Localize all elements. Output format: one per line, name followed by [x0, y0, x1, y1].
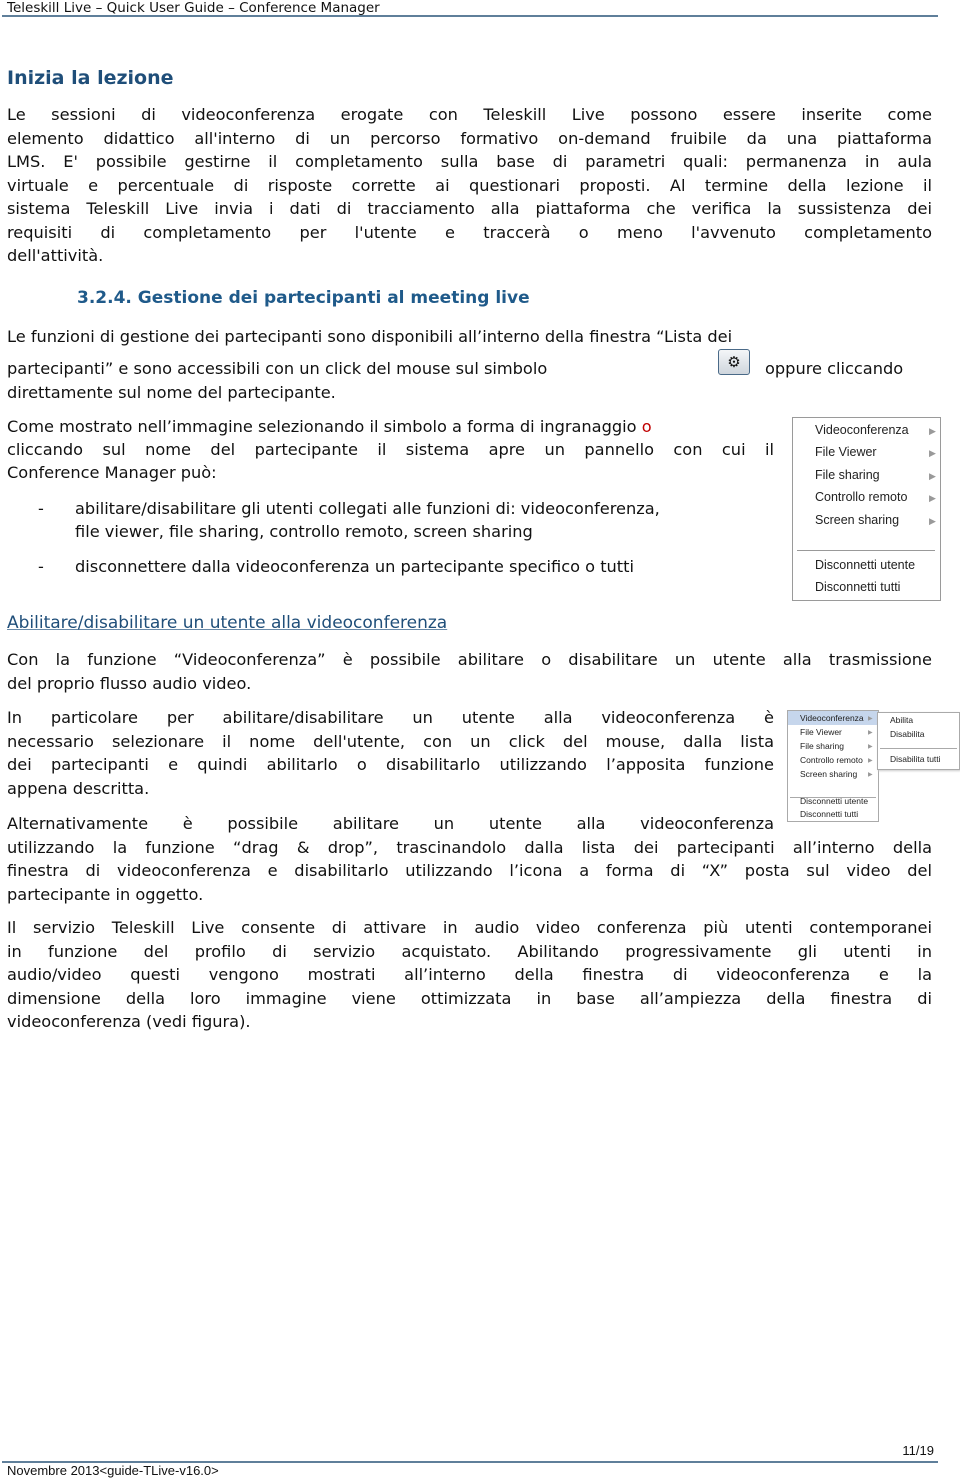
section3-para4: Il servizio Teleskill Live consente di a… — [7, 916, 932, 1034]
chevron-right-icon: ▶ — [929, 493, 936, 503]
text-line: necessario selezionare il nome dell'uten… — [7, 731, 774, 751]
para2-red-o: o — [641, 417, 652, 436]
bullet-1-line-2: file viewer, file sharing, controllo rem… — [75, 522, 533, 541]
chevron-right-icon: ▶ — [868, 758, 873, 764]
section3-para3: Alternativamente è possibile abilitare u… — [7, 812, 932, 906]
para2-line-1: Come mostrato nell’immagine selezionando… — [7, 415, 774, 439]
text-line: appena descritta. — [7, 778, 150, 798]
chevron-right-icon: ▶ — [868, 730, 873, 736]
menu-item-videoconferenza[interactable]: Videoconferenza — [800, 713, 864, 723]
menu-item-disconnetti-utente[interactable]: Disconnetti utente — [800, 796, 868, 806]
chevron-right-icon: ▶ — [929, 448, 936, 458]
bullet-2-line-1: disconnettere dalla videoconferenza un p… — [75, 557, 634, 576]
para2-line-1-text: Come mostrato nell’immagine selezionando… — [7, 417, 637, 436]
section3-para2: In particolare per abilitare/disabilitar… — [7, 706, 774, 800]
text-line: Le sessioni di videoconferenza erogate c… — [7, 105, 932, 124]
text-line: dei partecipanti e quindi abilitarlo o d… — [7, 755, 774, 774]
text-line: In particolare per abilitare/disabilitar… — [7, 708, 774, 727]
text-line: dimensione della loro immagine viene ott… — [7, 988, 932, 1008]
menu-item-controllo-remoto[interactable]: Controllo remoto — [800, 755, 863, 765]
submenu-separator — [880, 748, 957, 749]
menu-item-disconnetti-tutti[interactable]: Disconnetti tutti — [800, 809, 858, 819]
menu-item-file-viewer[interactable]: File Viewer — [815, 445, 877, 459]
text-line: requisiti di completamento per l'utente … — [7, 222, 932, 242]
text-line: sistema Teleskill Live invia i dati di t… — [7, 199, 932, 218]
text-line: utilizzando la funzione “drag & drop”, t… — [7, 837, 932, 857]
chevron-right-icon: ▶ — [868, 716, 873, 722]
section-heading-abilitare: Abilitare/disabilitare un utente alla vi… — [7, 613, 448, 633]
text-line: partecipante in oggetto. — [7, 884, 204, 904]
menu-item-screen-sharing[interactable]: Screen sharing — [815, 513, 899, 527]
intro-line-2a-text: partecipanti” e sono accessibili con un … — [7, 359, 548, 378]
submenu-item-disabilita[interactable]: Disabilita — [890, 729, 925, 739]
text-line: LMS. E' possibile gestirne il completame… — [7, 152, 932, 171]
chevron-right-icon: ▶ — [868, 744, 873, 750]
para2-line-2: cliccando sul nome del partecipante il s… — [7, 440, 774, 459]
text-line: audio/video questi vengono mostrati all’… — [7, 965, 932, 984]
menu-item-videoconferenza[interactable]: Videoconferenza — [815, 423, 909, 437]
text-line: Il servizio Teleskill Live consente di a… — [7, 918, 932, 937]
chevron-right-icon: ▶ — [929, 426, 936, 436]
menu-item-screen-sharing[interactable]: Screen sharing — [800, 769, 857, 779]
intro-line-3: direttamente sul nome del partecipante. — [7, 383, 336, 402]
submenu-item-disabilita-tutti[interactable]: Disabilita tutti — [890, 754, 941, 764]
submenu-item-abilita[interactable]: Abilita — [890, 715, 913, 725]
menu-item-controllo-remoto[interactable]: Controllo remoto — [815, 490, 907, 504]
page-number: 11/19 — [902, 1443, 934, 1458]
para2-line-3: Conference Manager può: — [7, 463, 217, 482]
intro-line-2b: oppure cliccando — [765, 359, 904, 378]
intro-line-1: Le funzioni di gestione dei partecipanti… — [7, 327, 733, 346]
footer-text: Novembre 2013<guide-TLive-v16.0> — [7, 1463, 219, 1478]
text-line: virtuale e percentuale di risposte corre… — [7, 175, 932, 195]
chevron-right-icon: ▶ — [868, 772, 873, 778]
menu-item-file-sharing[interactable]: File sharing — [800, 741, 844, 751]
section-heading-inizia: Inizia la lezione — [7, 67, 174, 89]
header-rule — [2, 15, 938, 17]
chevron-right-icon: ▶ — [929, 516, 936, 526]
text-line: finestra di videoconferenza e disabilita… — [7, 861, 932, 880]
text-line: del proprio flusso audio video. — [7, 673, 252, 693]
videoconf-menu-screenshot: Videoconferenza ▶ File Viewer ▶ File sha… — [787, 710, 879, 822]
intro-line-2a: partecipanti” e sono accessibili con un … — [7, 357, 707, 381]
participant-menu-screenshot: Videoconferenza ▶ File Viewer ▶ File sha… — [792, 417, 941, 601]
section1-paragraph: Le sessioni di videoconferenza erogate c… — [7, 103, 932, 268]
menu-separator — [797, 550, 935, 551]
bullet-dash-2: - — [38, 557, 44, 576]
menu-item-disconnetti-utente[interactable]: Disconnetti utente — [815, 558, 915, 572]
videoconf-submenu: Abilita Disabilita Disabilita tutti — [877, 712, 960, 770]
text-line: in funzione del profilo di servizio acqu… — [7, 941, 932, 961]
section-heading-gestione: 3.2.4. Gestione dei partecipanti al meet… — [77, 288, 530, 308]
header-title: Teleskill Live – Quick User Guide – Conf… — [7, 0, 380, 16]
menu-item-disconnetti-tutti[interactable]: Disconnetti tutti — [815, 580, 900, 594]
section3-para1: Con la funzione “Videoconferenza” è poss… — [7, 648, 932, 695]
bullet-dash-1: - — [38, 499, 44, 518]
text-line: videoconferenza (vedi figura). — [7, 1012, 251, 1031]
gear-icon: ⚙ — [718, 349, 750, 375]
text-line: Alternativamente è possibile abilitare u… — [7, 814, 774, 833]
menu-item-file-sharing[interactable]: File sharing — [815, 468, 880, 482]
menu-item-file-viewer[interactable]: File Viewer — [800, 727, 842, 737]
text-line: dell'attività. — [7, 246, 104, 265]
chevron-right-icon: ▶ — [929, 471, 936, 481]
text-line: elemento didattico all'interno di un per… — [7, 128, 932, 148]
bullet-1-line-1: abilitare/disabilitare gli utenti colleg… — [75, 499, 660, 518]
text-line: Con la funzione “Videoconferenza” è poss… — [7, 650, 932, 669]
